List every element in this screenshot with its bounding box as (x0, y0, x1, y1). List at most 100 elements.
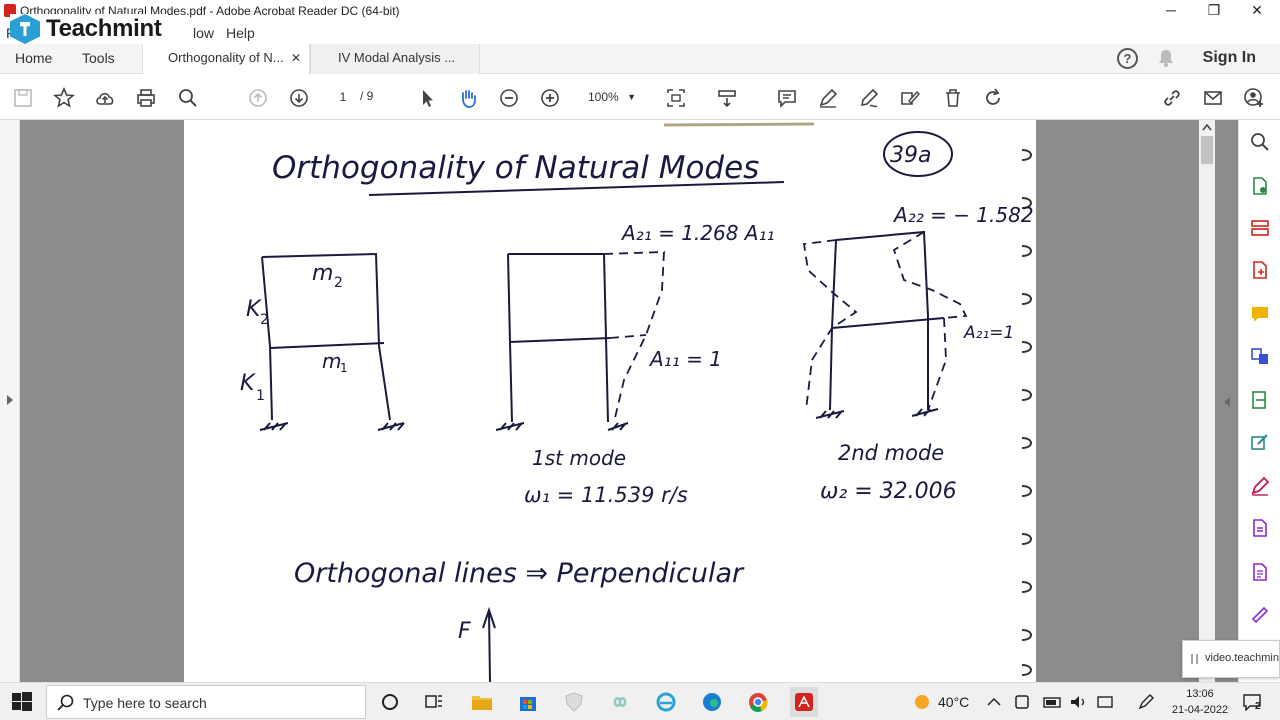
frame1-k1-sub: 1 (256, 388, 265, 404)
video-toast-text: video.teachmin (1205, 652, 1279, 664)
search-zoom-icon[interactable] (175, 85, 201, 111)
page-number-input[interactable]: 1 (330, 86, 356, 108)
notifications-count: 2 (1255, 701, 1261, 712)
weather-temperature[interactable]: 40°C (938, 694, 969, 710)
tab-tools[interactable]: Tools (82, 44, 115, 74)
zoom-level-value: 100% (588, 90, 619, 104)
chrome-browser-icon[interactable] (746, 690, 770, 714)
scrollbar-thumb[interactable] (1201, 136, 1213, 164)
protect-pdf-icon[interactable] (1250, 562, 1270, 582)
axis-label-f: F (458, 619, 471, 644)
zoom-level-select[interactable]: 100% ▼ (582, 86, 644, 108)
hand-tool-icon[interactable] (455, 85, 481, 111)
file-explorer-icon[interactable] (470, 690, 494, 714)
orthogonal-lines-statement: Orthogonal lines ⇒ Perpendicular (294, 558, 745, 589)
teachmint-logo-text: Teachmint (46, 15, 162, 42)
tab-home[interactable]: Home (15, 44, 52, 74)
upload-cloud-icon[interactable] (92, 85, 118, 111)
tab-document-modal-analysis[interactable]: IV Modal Analysis ... (310, 44, 480, 74)
share-link-icon[interactable] (1159, 85, 1185, 111)
comment-icon[interactable] (774, 85, 800, 111)
edge-browser-icon[interactable] (700, 690, 724, 714)
select-cursor-icon[interactable] (414, 85, 440, 111)
redo-rotate-icon[interactable] (980, 85, 1006, 111)
create-pdf-icon[interactable] (1250, 260, 1270, 280)
organize-pages-icon[interactable] (1250, 218, 1270, 238)
network-icon[interactable] (1093, 690, 1117, 714)
video-share-toast[interactable]: video.teachmin (1182, 640, 1280, 678)
left-panel-collapsed[interactable] (0, 120, 20, 682)
help-icon[interactable]: ? (1117, 48, 1138, 69)
email-icon[interactable] (1200, 85, 1226, 111)
scroll-mode-icon[interactable] (714, 85, 740, 111)
frame2-a11: A₁₁ = 1 (648, 347, 722, 371)
combine-files-icon[interactable] (1250, 346, 1270, 366)
edge-legacy-icon[interactable] (654, 690, 678, 714)
search-icon (57, 694, 74, 711)
zoom-in-icon[interactable] (537, 85, 563, 111)
fill-sign-panel-icon[interactable] (1250, 476, 1270, 496)
frame2-a21: A₂₁ = 1.268 A₁₁ (620, 221, 775, 245)
minimize-button[interactable]: ─ (1149, 0, 1193, 22)
frame1-m2: m (312, 261, 333, 286)
delete-trash-icon[interactable] (940, 85, 966, 111)
pen-workspace-icon[interactable] (1134, 690, 1158, 714)
meet-now-icon[interactable] (1011, 690, 1035, 714)
print-icon[interactable] (133, 85, 159, 111)
frame3-a12: A₂₁=1 (963, 323, 1014, 343)
tab-document-orthogonality[interactable]: Orthogonality of N... ✕ (142, 44, 310, 74)
bookmark-star-icon[interactable] (51, 85, 77, 111)
export-pdf-icon[interactable] (1250, 176, 1270, 196)
tab-close-icon[interactable]: ✕ (291, 44, 301, 72)
infinity-app-icon[interactable] (608, 690, 632, 714)
vertical-scrollbar[interactable] (1199, 120, 1215, 682)
page-tag: 39a (890, 143, 931, 168)
weather-sun-icon (910, 690, 934, 714)
clock-date: 21-04-2022 (1171, 704, 1229, 716)
export-doc-icon[interactable] (1250, 518, 1270, 538)
frame3-mode-label: 2nd mode (838, 441, 944, 465)
tray-chevron-up-icon[interactable] (982, 690, 1006, 714)
highlight-pen-icon[interactable] (815, 85, 841, 111)
acrobat-taskbar-icon[interactable] (790, 687, 818, 717)
task-view-icon[interactable] (422, 690, 446, 714)
previous-page-icon[interactable] (245, 85, 271, 111)
compress-pdf-icon[interactable] (1250, 390, 1270, 410)
toolbar: 1 / 9 100% ▼ (0, 74, 1280, 120)
menu-bar: F low Help (0, 22, 1280, 44)
frame1-m1-sub: 1 (340, 361, 348, 375)
edit-pdf-icon[interactable] (1250, 432, 1270, 452)
sign-in-button[interactable]: Sign In (1203, 49, 1256, 67)
search-icon[interactable] (1250, 132, 1270, 152)
menu-window[interactable]: low (193, 25, 214, 41)
page-fit-icon[interactable] (663, 85, 689, 111)
frame1-k1: K (240, 371, 256, 396)
notification-bell-icon[interactable] (1158, 49, 1174, 67)
battery-icon[interactable] (1041, 690, 1065, 714)
microsoft-store-icon[interactable] (516, 690, 540, 714)
comment-panel-icon[interactable] (1250, 304, 1270, 324)
close-window-button[interactable]: ✕ (1235, 0, 1279, 22)
windows-start-icon[interactable] (12, 692, 32, 712)
menu-help[interactable]: Help (226, 25, 255, 41)
more-tools-icon[interactable] (1250, 604, 1270, 624)
save-icon[interactable] (10, 85, 36, 111)
expand-left-panel-icon (7, 395, 13, 405)
fill-sign-icon[interactable] (897, 85, 923, 111)
zoom-out-icon[interactable] (496, 85, 522, 111)
app-shield-icon[interactable] (562, 690, 586, 714)
frame1-m1: m (322, 349, 341, 373)
tab-document-label: Orthogonality of N... (168, 50, 284, 65)
pdf-page: Orthogonality of Natural Modes 39a m 2 m… (184, 120, 1036, 682)
scroll-up-icon (1202, 123, 1212, 131)
restore-button[interactable]: ❐ (1192, 0, 1236, 22)
volume-icon[interactable] (1067, 690, 1091, 714)
cortana-icon[interactable] (378, 690, 402, 714)
draw-pencil-icon[interactable] (856, 85, 882, 111)
system-clock[interactable]: 13:06 21-04-2022 (1170, 686, 1230, 718)
right-tools-panel (1224, 120, 1280, 682)
next-page-icon[interactable] (286, 85, 312, 111)
add-user-icon[interactable] (1241, 85, 1267, 111)
search-placeholder: Type here to search (83, 695, 207, 711)
taskbar-search-input[interactable]: Type here to search (46, 685, 366, 719)
